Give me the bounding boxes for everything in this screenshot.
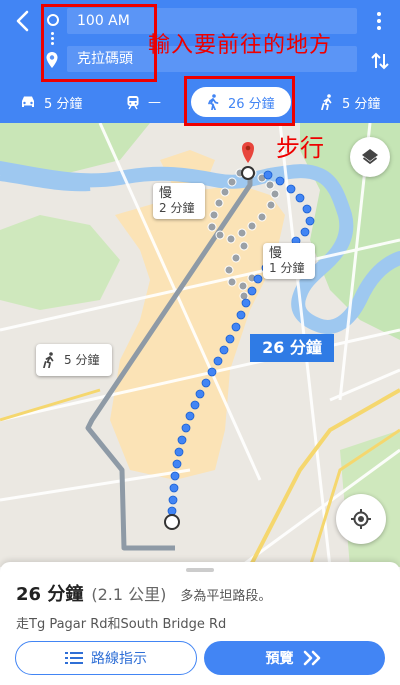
train-icon <box>127 95 139 109</box>
car-icon <box>22 96 34 107</box>
swap-icon[interactable] <box>370 50 390 72</box>
preview-button[interactable]: 預覽 <box>204 641 385 675</box>
map-view[interactable]: 慢 2 分鐘 慢 1 分鐘 5 分鐘 26 分鐘 <box>0 123 400 567</box>
chevrons-right-icon <box>303 650 320 666</box>
slow-segment-callout-2[interactable]: 慢 1 分鐘 <box>263 243 315 279</box>
my-location-button[interactable] <box>336 494 386 544</box>
route-duration: 26 分鐘 <box>16 584 84 605</box>
layers-button[interactable] <box>350 137 390 177</box>
list-icon <box>65 652 83 664</box>
origin-marker <box>164 514 180 530</box>
annotation-input-hint: 輸入要前往的地方 <box>148 33 333 58</box>
ride-callout[interactable]: 5 分鐘 <box>36 344 112 376</box>
sheet-drag-handle[interactable] <box>186 568 214 572</box>
route-note: 多為平坦路段。 <box>180 589 272 604</box>
slow-time: 1 分鐘 <box>269 261 305 275</box>
my-location-icon <box>351 509 371 529</box>
slow-time: 2 分鐘 <box>159 201 195 215</box>
annotation-box-walk <box>184 76 295 126</box>
steps-button[interactable]: 路線指示 <box>15 641 197 675</box>
layers-icon <box>362 149 378 165</box>
tab-transit[interactable]: — <box>126 87 161 117</box>
back-arrow-icon[interactable] <box>10 8 36 34</box>
tab-transit-label: — <box>148 94 161 110</box>
route-via: 走Tg Pagar Rd和South Bridge Rd <box>16 617 227 632</box>
route-summary-sheet[interactable]: 26 分鐘 (2.1 公里) 多為平坦路段。 走Tg Pagar Rd和Sout… <box>0 562 400 685</box>
steps-button-label: 路線指示 <box>91 651 147 667</box>
ride-time: 5 分鐘 <box>64 352 100 367</box>
annotation-walk-hint: 步行 <box>276 134 324 162</box>
preview-button-label: 預覽 <box>265 651 294 667</box>
ride-icon <box>43 352 54 368</box>
walk-time-badge[interactable]: 26 分鐘 <box>250 334 334 362</box>
tab-ride-label: 5 分鐘 <box>342 96 381 112</box>
slow-label: 慢 <box>269 246 283 261</box>
tab-drive[interactable]: 5 分鐘 <box>20 87 82 117</box>
maps-directions-screen: 100 AM 克拉碼頭 5 分鐘 — 26 分鐘 5 分鐘 慢 2 分鐘 慢 1… <box>0 0 400 685</box>
tab-ride[interactable]: 5 分鐘 <box>320 87 380 117</box>
more-vert-icon[interactable] <box>368 10 390 32</box>
annotation-box-inputs <box>41 4 157 82</box>
route-distance: (2.1 公里) <box>91 585 167 604</box>
tab-drive-label: 5 分鐘 <box>44 96 83 112</box>
slow-label: 慢 <box>159 186 173 201</box>
ride-icon <box>321 94 332 110</box>
slow-segment-callout-1[interactable]: 慢 2 分鐘 <box>153 183 205 219</box>
route-summary: 26 分鐘 (2.1 公里) 多為平坦路段。 <box>16 580 271 606</box>
